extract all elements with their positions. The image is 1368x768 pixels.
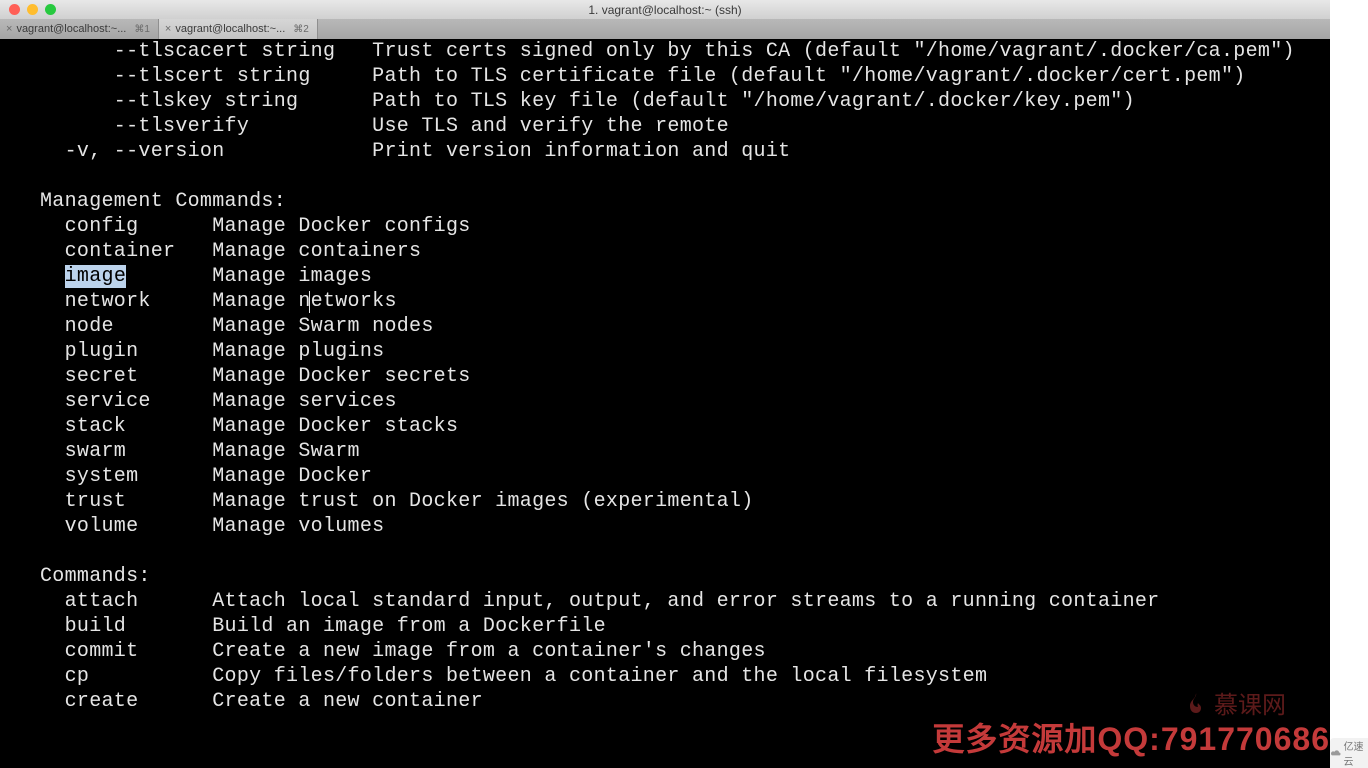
close-icon[interactable]: × (165, 23, 171, 35)
terminal-line: volume Manage volumes (40, 514, 1330, 539)
terminal-line: attach Attach local standard input, outp… (40, 589, 1330, 614)
terminal-line: secret Manage Docker secrets (40, 364, 1330, 389)
tab-1[interactable]: × vagrant@localhost:~... ⌘1 (0, 19, 159, 39)
tab-2[interactable]: × vagrant@localhost:~... ⌘2 (159, 19, 318, 39)
text-caret (309, 291, 310, 313)
corner-badge: 亿速云 (1330, 738, 1368, 768)
terminal-line: config Manage Docker configs (40, 214, 1330, 239)
terminal-window: 1. vagrant@localhost:~ (ssh) × vagrant@l… (0, 0, 1330, 768)
window-title: 1. vagrant@localhost:~ (ssh) (0, 3, 1330, 17)
terminal-line: --tlscert string Path to TLS certificate… (40, 64, 1330, 89)
terminal-line: network Manage networks (40, 289, 1330, 314)
terminal-line: --tlskey string Path to TLS key file (de… (40, 89, 1330, 114)
terminal-line: stack Manage Docker stacks (40, 414, 1330, 439)
minimize-window-button[interactable] (27, 4, 38, 15)
terminal-line: plugin Manage plugins (40, 339, 1330, 364)
terminal-line: Management Commands: (40, 189, 1330, 214)
terminal-line: commit Create a new image from a contain… (40, 639, 1330, 664)
zoom-window-button[interactable] (45, 4, 56, 15)
terminal-line: create Create a new container (40, 689, 1330, 714)
cloud-icon (1330, 748, 1341, 758)
terminal-line: trust Manage trust on Docker images (exp… (40, 489, 1330, 514)
tab-bar: × vagrant@localhost:~... ⌘1 × vagrant@lo… (0, 19, 1330, 39)
traffic-lights (9, 4, 56, 15)
terminal-line: Commands: (40, 564, 1330, 589)
terminal-line (40, 164, 1330, 189)
titlebar[interactable]: 1. vagrant@localhost:~ (ssh) (0, 0, 1330, 19)
terminal-line: swarm Manage Swarm (40, 439, 1330, 464)
terminal-line: --tlscacert string Trust certs signed on… (40, 39, 1330, 64)
terminal-line: node Manage Swarm nodes (40, 314, 1330, 339)
terminal-output[interactable]: --tlscacert string Trust certs signed on… (0, 39, 1330, 768)
promo-watermark: 更多资源加QQ:791770686 (932, 714, 1330, 760)
terminal-line: image Manage images (40, 264, 1330, 289)
close-window-button[interactable] (9, 4, 20, 15)
tab-label: vagrant@localhost:~... (16, 23, 126, 35)
tab-shortcut: ⌘2 (293, 24, 309, 35)
terminal-line: system Manage Docker (40, 464, 1330, 489)
terminal-line: cp Copy files/folders between a containe… (40, 664, 1330, 689)
terminal-line: container Manage containers (40, 239, 1330, 264)
terminal-line: service Manage services (40, 389, 1330, 414)
badge-label: 亿速云 (1343, 738, 1368, 768)
terminal-line: -v, --version Print version information … (40, 139, 1330, 164)
terminal-line: build Build an image from a Dockerfile (40, 614, 1330, 639)
terminal-line: --tlsverify Use TLS and verify the remot… (40, 114, 1330, 139)
flame-icon (1184, 691, 1208, 715)
tab-shortcut: ⌘1 (134, 24, 150, 35)
close-icon[interactable]: × (6, 23, 12, 35)
terminal-line (40, 539, 1330, 564)
tab-label: vagrant@localhost:~... (175, 23, 285, 35)
